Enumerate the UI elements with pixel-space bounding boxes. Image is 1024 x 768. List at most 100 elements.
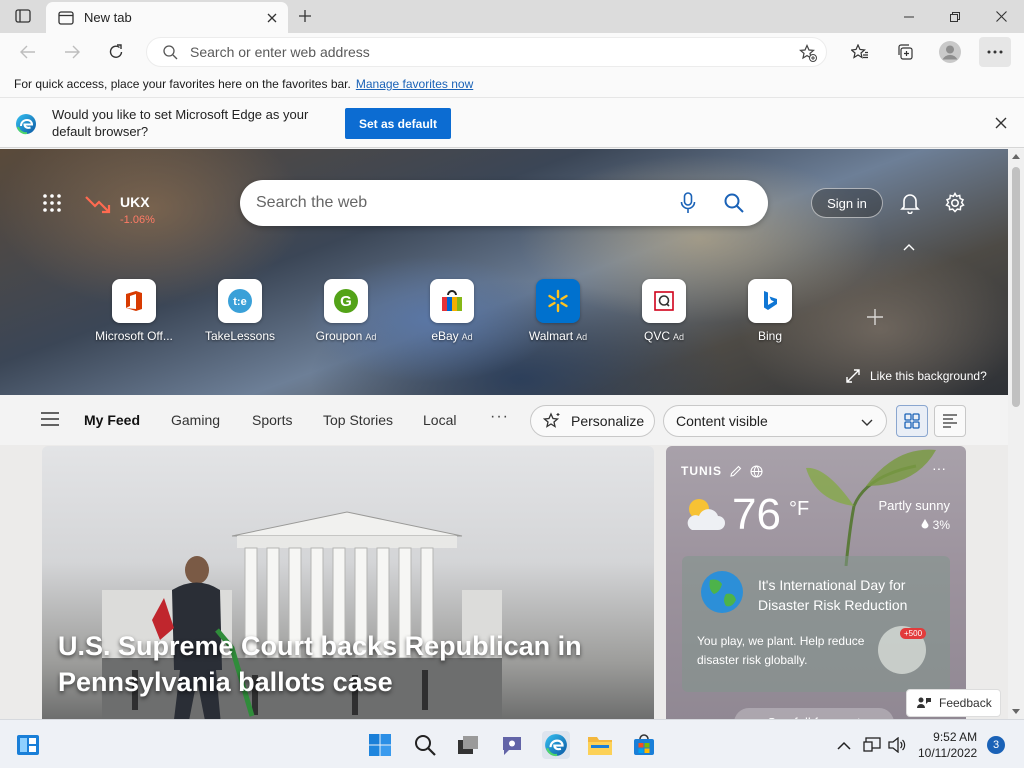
network-icon	[863, 737, 881, 752]
quicklink-tile[interactable]: QVC Ad	[618, 279, 710, 343]
tab-new-tab[interactable]: New tab	[46, 2, 288, 33]
news-headline[interactable]: U.S. Supreme Court backs Republican in P…	[58, 628, 638, 700]
stock-widget[interactable]: UKX -1.06%	[84, 194, 155, 226]
scrollbar-thumb[interactable]	[1012, 167, 1020, 407]
ad-label: Ad	[576, 332, 588, 342]
widgets-button[interactable]	[14, 731, 42, 759]
restore-button[interactable]	[932, 0, 978, 33]
app-launcher-button[interactable]	[42, 193, 64, 215]
quicklink-tile[interactable]: Walmart Ad	[512, 279, 604, 343]
sign-in-button[interactable]: Sign in	[811, 188, 883, 218]
task-view-button[interactable]	[454, 731, 482, 759]
set-as-default-button[interactable]: Set as default	[345, 108, 451, 139]
close-tab-button[interactable]	[264, 10, 280, 26]
default-browser-infobar: Would you like to set Microsoft Edge as …	[0, 98, 1024, 148]
quicklink-tile[interactable]: Bing	[724, 279, 816, 343]
weather-card[interactable]: TUNIS ··· 76 °F Partly sunny 3% It's Int…	[666, 446, 966, 719]
tab-local[interactable]: Local	[423, 412, 456, 428]
news-card[interactable]: U.S. Supreme Court backs Republican in P…	[42, 446, 654, 719]
taskbar-clock[interactable]: 9:52 AM 10/11/2022	[918, 729, 977, 761]
favorites-button[interactable]	[844, 37, 876, 67]
like-background-button[interactable]: Like this background?	[846, 369, 987, 383]
tab-my-feed[interactable]: My Feed	[84, 412, 140, 428]
see-full-forecast-button[interactable]: See full forecast	[734, 708, 894, 719]
volume-button[interactable]	[885, 731, 909, 759]
teams-chat-button[interactable]	[498, 731, 526, 759]
tab-top-stories[interactable]: Top Stories	[323, 412, 393, 428]
web-search-box[interactable]	[240, 180, 768, 226]
favorites-hint: For quick access, place your favorites h…	[14, 77, 351, 91]
scroll-down-icon[interactable]	[1012, 709, 1020, 715]
network-status-button[interactable]	[860, 731, 884, 759]
scroll-up-icon[interactable]	[1012, 153, 1020, 159]
tab-actions-button[interactable]	[8, 5, 38, 27]
favorites-icon	[851, 44, 868, 59]
page-settings-button[interactable]	[943, 191, 967, 215]
expand-icon	[846, 369, 860, 383]
plus-icon	[867, 309, 883, 325]
quicklink-tile[interactable]: eBay Ad	[406, 279, 498, 343]
weather-more-button[interactable]: ···	[932, 460, 946, 476]
edge-taskbar-button[interactable]	[542, 731, 570, 759]
microsoft-store-button[interactable]	[630, 731, 658, 759]
settings-and-more-button[interactable]	[979, 37, 1011, 67]
taskbar-search-button[interactable]	[411, 731, 439, 759]
quicklink-label: eBay	[431, 329, 459, 343]
forward-button[interactable]	[56, 37, 88, 67]
feedback-button[interactable]: Feedback	[906, 689, 1001, 717]
search-submit-button[interactable]	[722, 191, 746, 215]
more-tabs-button[interactable]: ···	[490, 408, 509, 426]
address-input[interactable]	[190, 44, 750, 60]
quicklink-label: Microsoft Off...	[95, 329, 173, 343]
quicklink-tile[interactable]: G Groupon Ad	[300, 279, 392, 343]
chat-icon	[503, 737, 521, 755]
collections-button[interactable]	[889, 37, 921, 67]
new-tab-button[interactable]	[292, 5, 318, 27]
weather-location-name: TUNIS	[681, 464, 722, 478]
add-quicklink-button[interactable]	[862, 304, 888, 330]
refresh-icon	[109, 44, 123, 58]
collapse-quicklinks-button[interactable]	[900, 239, 918, 255]
manage-favorites-link[interactable]: Manage favorites now	[356, 77, 473, 91]
back-button[interactable]	[12, 37, 44, 67]
add-favorite-button[interactable]	[796, 41, 820, 65]
bing-icon	[748, 279, 792, 323]
globe-icon[interactable]	[750, 464, 763, 478]
content-visibility-select[interactable]: Content visible	[663, 405, 887, 437]
tab-sports[interactable]: Sports	[252, 412, 292, 428]
quicklink-tile[interactable]: Microsoft Off...	[88, 279, 180, 343]
edit-location-icon[interactable]	[730, 465, 742, 477]
show-hidden-icons-button[interactable]	[832, 731, 856, 759]
chevron-up-icon	[903, 244, 915, 251]
start-button[interactable]	[366, 731, 394, 759]
minimize-button[interactable]	[886, 0, 932, 33]
list-view-button[interactable]	[934, 405, 966, 437]
close-window-button[interactable]	[978, 0, 1024, 33]
restore-icon	[950, 11, 960, 22]
page-scrollbar[interactable]	[1008, 149, 1024, 719]
tab-gaming[interactable]: Gaming	[171, 412, 220, 428]
grid-view-button[interactable]	[896, 405, 928, 437]
app-grid-icon	[43, 194, 61, 212]
web-search-input[interactable]	[256, 194, 656, 212]
speaker-icon	[888, 737, 906, 753]
personalize-button[interactable]: Personalize	[530, 405, 655, 437]
voice-search-button[interactable]	[676, 191, 700, 215]
feed-menu-button[interactable]	[40, 411, 60, 427]
star-add-icon	[799, 44, 817, 62]
collections-icon	[898, 44, 913, 60]
search-icon	[724, 193, 744, 213]
address-bar[interactable]	[146, 37, 827, 67]
file-explorer-button[interactable]	[586, 731, 614, 759]
dismiss-infobar-button[interactable]	[992, 114, 1010, 132]
forward-arrow-icon	[65, 45, 80, 59]
refresh-button[interactable]	[100, 37, 132, 67]
avatar-icon	[939, 41, 961, 63]
quicklink-tile[interactable]: t:e TakeLessons	[194, 279, 286, 343]
disaster-day-promo[interactable]: It's International Day for Disaster Risk…	[682, 556, 950, 692]
sparkle-star-icon	[543, 412, 560, 428]
profile-button[interactable]	[934, 37, 966, 67]
weather-unit[interactable]: °F	[789, 498, 809, 521]
notification-count-badge[interactable]: 3	[987, 736, 1005, 754]
notifications-button[interactable]	[898, 191, 922, 215]
